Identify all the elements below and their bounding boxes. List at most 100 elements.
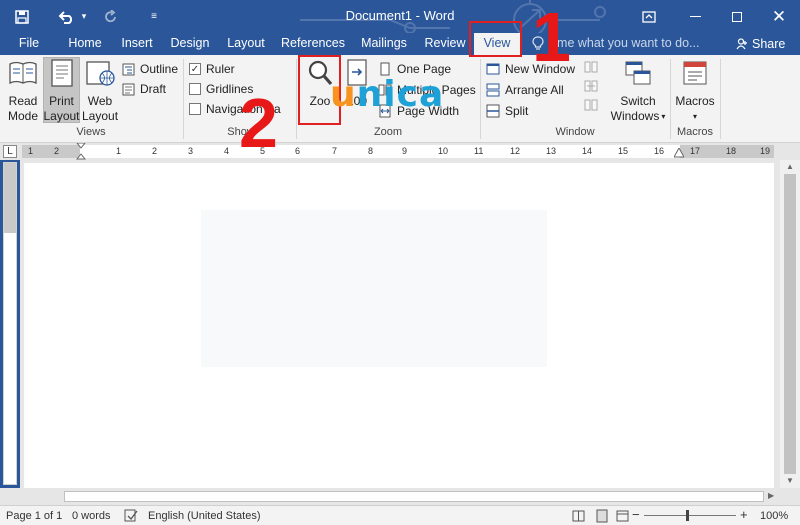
minimize-button[interactable] [680, 0, 710, 33]
reset-window-position-icon[interactable] [584, 98, 598, 112]
tab-references[interactable]: References [278, 33, 348, 55]
person-icon [736, 38, 747, 50]
print-layout-icon [50, 59, 73, 87]
share-button[interactable]: Share [732, 33, 800, 55]
synchronous-scrolling-icon[interactable] [584, 79, 598, 93]
outline-button[interactable]: Outline [122, 60, 178, 78]
ruler-label: Ruler [206, 62, 235, 76]
close-button[interactable]: ✕ [764, 0, 794, 33]
ruler-tick: 10 [438, 146, 449, 156]
views-group-label: Views [76, 126, 106, 138]
title-bar: ▾ ≡ Document1 - Word ✕ [0, 0, 800, 51]
zoom-level[interactable]: 100% [760, 510, 788, 522]
vertical-scrollbar[interactable]: ▲ ▼ [780, 160, 800, 488]
tab-file[interactable]: File [10, 33, 48, 55]
new-window-icon [486, 63, 500, 75]
proofing-icon[interactable] [124, 509, 138, 522]
maximize-button[interactable] [722, 0, 752, 33]
read-mode-button[interactable]: Read Mode [4, 58, 42, 124]
horizontal-scroll-thumb[interactable] [64, 491, 764, 502]
word-window: ▾ ≡ Document1 - Word ✕ File Home Insert … [0, 0, 800, 525]
web-layout-button[interactable]: Web Layout [82, 58, 118, 124]
ruler-tick: 1 [116, 146, 122, 156]
ruler-tick: 12 [510, 146, 521, 156]
vertical-ruler[interactable] [3, 162, 17, 485]
indent-marker-icon[interactable] [76, 143, 86, 160]
web-layout-view-icon[interactable] [616, 510, 629, 522]
ruler-tick: 17 [690, 146, 701, 156]
zoom-group-label: Zoom [373, 126, 403, 138]
print-layout-button[interactable]: Print Layout [43, 58, 80, 124]
scroll-down-icon[interactable]: ▼ [780, 476, 800, 488]
ruler-tick: 1 [28, 146, 34, 156]
draft-button[interactable]: Draft [122, 80, 166, 98]
tab-review[interactable]: Review [420, 33, 470, 55]
word-count[interactable]: 0 words [72, 510, 111, 522]
ruler-tick: 9 [402, 146, 408, 156]
print-layout-view-icon[interactable] [596, 509, 608, 523]
switch-windows-button[interactable]: Switch Windows ▾ [608, 58, 668, 124]
read-mode-label-2: Mode [7, 109, 39, 123]
ruler-tick: 14 [582, 146, 593, 156]
horizontal-ruler[interactable]: 1 2 1 2 3 4 5 6 7 8 9 10 11 12 13 14 15 … [22, 143, 774, 160]
status-bar: Page 1 of 1 0 words English (United Stat… [0, 505, 800, 525]
chevron-down-icon: ▾ [661, 112, 666, 121]
web-layout-label-1: Web [87, 94, 113, 108]
macros-button[interactable]: Macros ▾ [674, 58, 716, 124]
macros-group-label: Macros [676, 126, 714, 138]
tab-home[interactable]: Home [62, 33, 108, 55]
separator [720, 59, 721, 139]
ruler-tick: 8 [368, 146, 374, 156]
scroll-right-icon[interactable]: ▶ [768, 491, 774, 500]
ribbon-tabs: File Home Insert Design Layout Reference… [0, 33, 800, 55]
right-indent-marker-icon[interactable] [674, 148, 684, 158]
annotation-highlight-view-tab [469, 21, 522, 57]
separator [183, 59, 184, 139]
horizontal-scrollbar[interactable]: ▶ [0, 488, 800, 505]
annotation-step-1: 1 [532, 0, 571, 76]
outline-label: Outline [140, 62, 179, 76]
macros-icon [683, 61, 707, 85]
zoom-in-button[interactable]: + [740, 507, 748, 522]
ribbon-display-options-button[interactable] [634, 0, 664, 33]
zoom-slider-thumb[interactable] [686, 510, 689, 521]
scroll-up-icon[interactable]: ▲ [780, 162, 800, 174]
draft-icon [122, 83, 135, 95]
page-count[interactable]: Page 1 of 1 [6, 510, 62, 522]
print-layout-label-2: Layout [43, 109, 80, 123]
split-label: Split [505, 104, 529, 118]
vertical-ruler-top-margin [4, 163, 16, 233]
macros-label: Macros [675, 94, 715, 108]
ruler-checkbox[interactable]: ✓ Ruler [189, 60, 235, 78]
zoom-out-button[interactable]: − [632, 507, 640, 522]
print-layout-label-1: Print [49, 94, 74, 108]
tab-mailings[interactable]: Mailings [356, 33, 412, 55]
ruler-tick: 18 [726, 146, 737, 156]
language[interactable]: English (United States) [148, 510, 261, 522]
close-icon: ✕ [771, 6, 787, 26]
switch-windows-label-1: Switch [620, 94, 656, 108]
annotation-step-2: 2 [239, 84, 278, 162]
arrange-all-label: Arrange All [505, 83, 564, 97]
zoom-slider-track[interactable] [644, 515, 736, 516]
read-mode-view-icon[interactable] [572, 510, 585, 522]
switch-windows-icon [625, 61, 651, 85]
share-label: Share [752, 37, 786, 51]
ruler-tick: 2 [152, 146, 158, 156]
arrange-all-button[interactable]: Arrange All [486, 81, 564, 99]
ruler-tick: 3 [188, 146, 194, 156]
chevron-down-icon: ▾ [692, 112, 697, 121]
draft-label: Draft [140, 82, 167, 96]
outline-icon [122, 63, 135, 75]
vertical-scroll-thumb[interactable] [784, 174, 796, 474]
split-button[interactable]: Split [486, 102, 528, 120]
tab-layout[interactable]: Layout [222, 33, 270, 55]
tab-insert[interactable]: Insert [114, 33, 160, 55]
view-side-by-side-icon[interactable] [584, 60, 598, 74]
tab-design[interactable]: Design [166, 33, 214, 55]
ruler-tick: 2 [54, 146, 60, 156]
checkmark-icon: ✓ [189, 63, 201, 75]
read-mode-icon [9, 61, 37, 85]
tab-selector[interactable]: L [3, 145, 17, 158]
arrange-all-icon [486, 83, 500, 97]
